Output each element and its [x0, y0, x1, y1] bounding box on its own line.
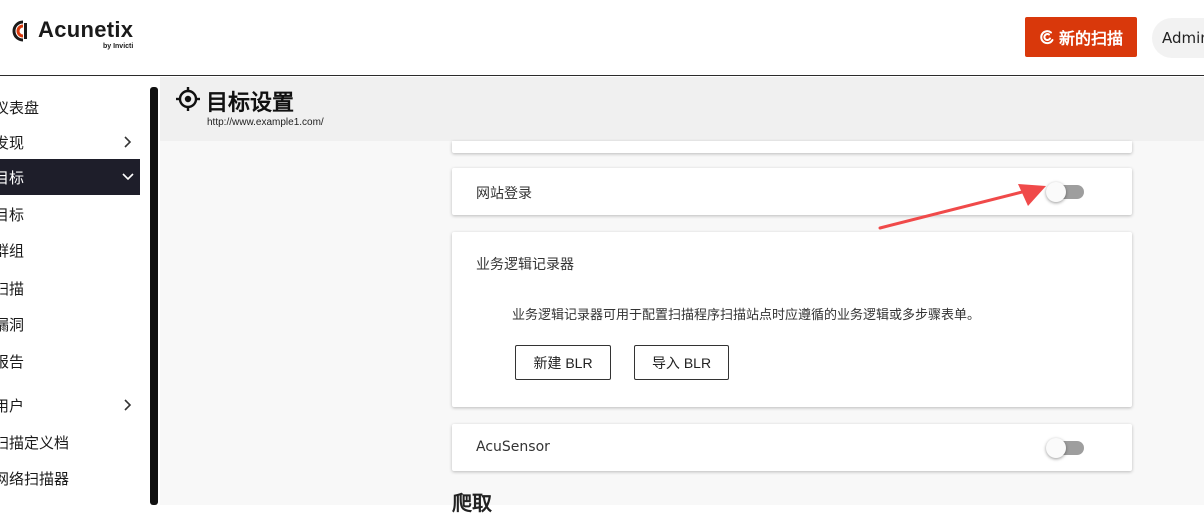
sidebar-item-label: 网络扫描器	[0, 469, 70, 488]
crawl-section-heading: 爬取	[452, 491, 492, 515]
acunetix-logo-icon	[12, 20, 27, 42]
new-scan-label: 新的扫描	[1058, 31, 1123, 48]
toggle-knob	[1046, 438, 1066, 458]
scan-icon	[1040, 30, 1054, 45]
acunetix-logo[interactable]: Acunetix by Invicti	[12, 18, 133, 51]
acusensor-card: AcuSensor	[452, 424, 1132, 471]
sidebar-item-dashboard[interactable]: 仪表盘	[0, 89, 140, 125]
sidebar-item-discovery[interactable]: 发现	[0, 124, 140, 160]
sidebar-item-groups[interactable]: 群组	[0, 232, 140, 268]
sidebar-item-label: 目标	[0, 205, 25, 224]
blr-description: 业务逻辑记录器可用于配置扫描程序扫描站点时应遵循的业务逻辑或多步骤表单。	[512, 308, 981, 323]
sidebar-item-label: 目标	[0, 168, 25, 187]
sidebar-item-targets[interactable]: 目标	[0, 159, 140, 195]
sidebar-item-label: 仪表盘	[0, 98, 40, 117]
page-title: 目标设置	[206, 91, 295, 116]
page-header	[160, 77, 1204, 141]
sidebar-item-label: 报告	[0, 352, 25, 371]
brand-name: Acunetix	[38, 17, 134, 42]
brand-byline: by Invicti	[102, 43, 134, 50]
annotation-arrow-icon	[878, 184, 1046, 230]
sidebar-item-label: 扫描定义档	[0, 433, 70, 452]
sidebar-item-label: 漏洞	[0, 315, 25, 334]
import-blr-button[interactable]: 导入 BLR	[634, 345, 729, 380]
target-icon	[176, 87, 200, 111]
chevron-right-icon	[124, 399, 132, 411]
previous-settings-card	[452, 141, 1132, 153]
target-url: http://www.example1.com/	[207, 117, 324, 128]
site-login-toggle[interactable]	[1046, 182, 1084, 202]
new-scan-button[interactable]: 新的扫描	[1025, 17, 1137, 57]
sidebar-item-users[interactable]: 用户	[0, 387, 140, 423]
sidebar-item-label: 发现	[0, 133, 25, 152]
site-login-label: 网站登录	[476, 186, 532, 202]
blr-title: 业务逻辑记录器	[476, 257, 574, 273]
acusensor-label: AcuSensor	[476, 439, 550, 455]
user-menu[interactable]: Admin	[1152, 18, 1204, 58]
chevron-down-icon	[122, 173, 134, 181]
sidebar-item-vulnerabilities[interactable]: 漏洞	[0, 306, 140, 342]
chevron-right-icon	[124, 136, 132, 148]
sidebar-item-targets-list[interactable]: 目标	[0, 196, 140, 232]
user-label: Admin	[1162, 29, 1204, 47]
sidebar-item-scans[interactable]: 扫描	[0, 270, 140, 306]
sidebar-item-label: 群组	[0, 241, 25, 260]
sidebar-item-label: 用户	[0, 396, 25, 415]
new-blr-button[interactable]: 新建 BLR	[515, 345, 611, 380]
sidebar-item-scan-profiles[interactable]: 扫描定义档	[0, 424, 140, 460]
sidebar-item-network-scanner[interactable]: 网络扫描器	[0, 460, 140, 496]
sidebar-item-label: 扫描	[0, 279, 25, 298]
sidebar: 仪表盘 发现 目标 目标 群组 扫描 漏洞 报告 用户 扫描定义档 网络扫描器	[0, 77, 150, 505]
top-header: Acunetix by Invicti 新的扫描 Admin	[0, 0, 1204, 76]
sidebar-scrollbar[interactable]	[150, 87, 158, 505]
sidebar-item-reports[interactable]: 报告	[0, 343, 140, 379]
acusensor-toggle[interactable]	[1046, 438, 1084, 458]
business-logic-recorder-card: 业务逻辑记录器 业务逻辑记录器可用于配置扫描程序扫描站点时应遵循的业务逻辑或多步…	[452, 232, 1132, 407]
